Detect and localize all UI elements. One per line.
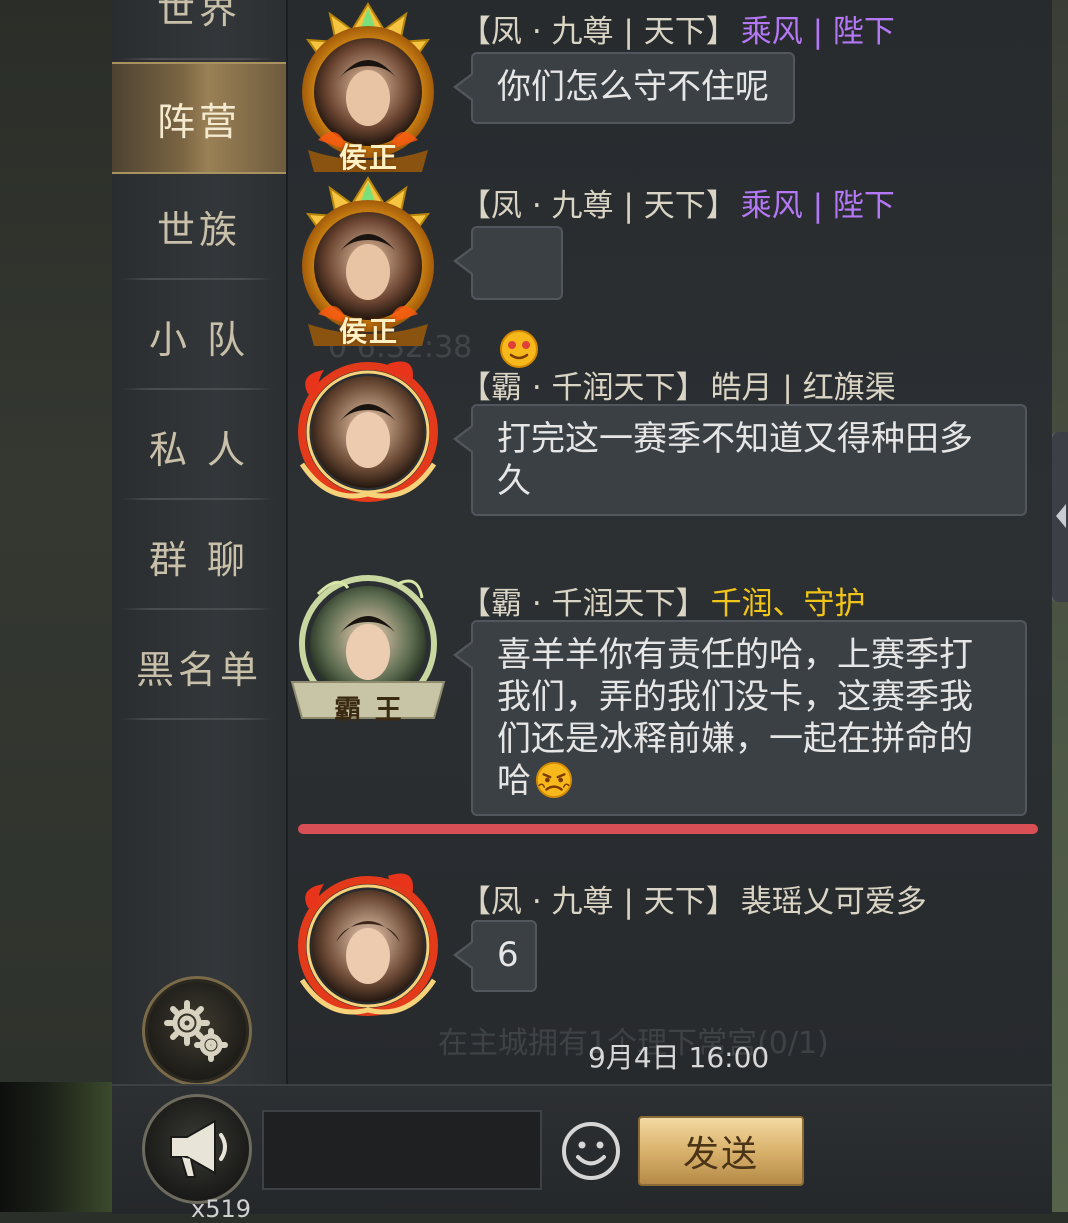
- avatar[interactable]: 霸 王: [288, 564, 448, 744]
- channel-sidebar: 世界 阵营 世族 小 队 私 人 群 聊 黑名单: [112, 0, 288, 1086]
- tab-world[interactable]: 世界: [112, 0, 286, 60]
- megaphone-icon: [170, 1119, 227, 1178]
- sender-line[interactable]: 【凤 · 九尊 | 天下】 裴瑶乂可爱多: [460, 876, 927, 920]
- chat-input-bar: x519 发送: [112, 1084, 1052, 1223]
- game-backdrop-left: [0, 0, 112, 1212]
- tab-label: 世界: [156, 0, 241, 32]
- avatar[interactable]: [288, 354, 448, 534]
- message-bubble[interactable]: 打完这一赛季不知道又得种田多 久: [453, 404, 1027, 516]
- tab-label: 黑名单: [135, 647, 262, 692]
- player-name: 乘风 | 陛下: [740, 187, 895, 224]
- tab-squad[interactable]: 小 队: [112, 282, 286, 390]
- sender-line[interactable]: 【凤 · 九尊 | 天下】 乘风 | 陛下: [460, 180, 895, 224]
- player-name: 乘风 | 陛下: [740, 13, 895, 50]
- avatar-frame-red: [298, 361, 438, 502]
- sender-line[interactable]: 【霸 · 千润天下】 千润、守护: [460, 578, 866, 622]
- sender-line[interactable]: 【凤 · 九尊 | 天下】 乘风 | 陛下: [460, 6, 895, 50]
- game-backdrop-map: [0, 1082, 112, 1212]
- sender-line[interactable]: 【霸 · 千润天下】 皓月 | 红旗渠: [460, 362, 896, 406]
- message-bubble[interactable]: 你们怎么守不住呢: [453, 52, 795, 124]
- title-badge: 侯正: [338, 315, 399, 348]
- emoji-picker-button[interactable]: [560, 1120, 622, 1182]
- message-bubble[interactable]: [453, 226, 563, 368]
- tab-label: 私 人: [148, 427, 250, 472]
- guild-tag: 【凤 · 九尊 | 天下】: [460, 187, 737, 224]
- avatar[interactable]: [288, 864, 448, 1044]
- guild-tag: 【霸 · 千润天下】: [460, 585, 707, 622]
- tab-private[interactable]: 私 人: [112, 392, 286, 500]
- tab-blacklist[interactable]: 黑名单: [112, 612, 286, 720]
- message-bubble[interactable]: 喜羊羊你有责任的哈，上赛季打 我们，弄的我们没卡，这赛季我 们还是冰释前嫌，一起…: [453, 620, 1027, 816]
- chat-message-list[interactable]: 0 6:32:38 在主城拥有1个理下常宫(0/1) 侯正 【凤 · 九尊 | …: [288, 0, 1052, 1084]
- gear-icon: [164, 1000, 228, 1062]
- tab-label: 世族: [156, 207, 241, 252]
- angry-emoji-icon: [535, 761, 573, 798]
- unread-divider: [298, 824, 1038, 834]
- guild-tag: 【凤 · 九尊 | 天下】: [460, 883, 737, 920]
- broadcast-horn-button[interactable]: x519: [142, 1094, 252, 1223]
- horn-count: x519: [191, 1195, 252, 1223]
- player-name: 裴瑶乂可爱多: [740, 883, 927, 920]
- tab-faction[interactable]: 阵营: [112, 62, 286, 174]
- smiley-face-icon: [562, 1122, 620, 1180]
- message-text: 你们怎么守不住呢: [497, 67, 769, 107]
- player-name: 皓月 | 红旗渠: [710, 369, 896, 406]
- avatar[interactable]: 侯正: [288, 0, 448, 180]
- send-button[interactable]: 发送: [638, 1116, 804, 1186]
- avatar-frame-red: [298, 873, 438, 1016]
- tab-clan[interactable]: 世族: [112, 172, 286, 280]
- chat-input[interactable]: [262, 1110, 542, 1190]
- guild-tag: 【凤 · 九尊 | 天下】: [460, 13, 737, 50]
- tab-group-chat[interactable]: 群 聊: [112, 502, 286, 610]
- settings-button[interactable]: [142, 976, 252, 1086]
- chevron-left-icon: [1056, 504, 1066, 528]
- guild-tag: 【霸 · 千润天下】: [460, 369, 707, 406]
- game-backdrop-right: [1052, 0, 1068, 1212]
- message-text: 6: [497, 935, 519, 975]
- message-timestamp: 9月4日 16:00: [588, 1041, 770, 1074]
- title-badge: 霸 王: [334, 695, 404, 726]
- avatar[interactable]: 侯正: [288, 174, 448, 354]
- message-bubble[interactable]: 6: [453, 920, 537, 992]
- message-text: 打完这一赛季不知道又得种田多 久: [497, 419, 973, 501]
- tab-label: 群 聊: [148, 537, 250, 582]
- collapse-panel-handle[interactable]: [1050, 432, 1068, 602]
- tab-label: 小 队: [148, 317, 250, 362]
- title-badge: 侯正: [338, 141, 399, 174]
- player-name: 千润、守护: [710, 585, 866, 622]
- tab-label: 阵营: [156, 99, 241, 144]
